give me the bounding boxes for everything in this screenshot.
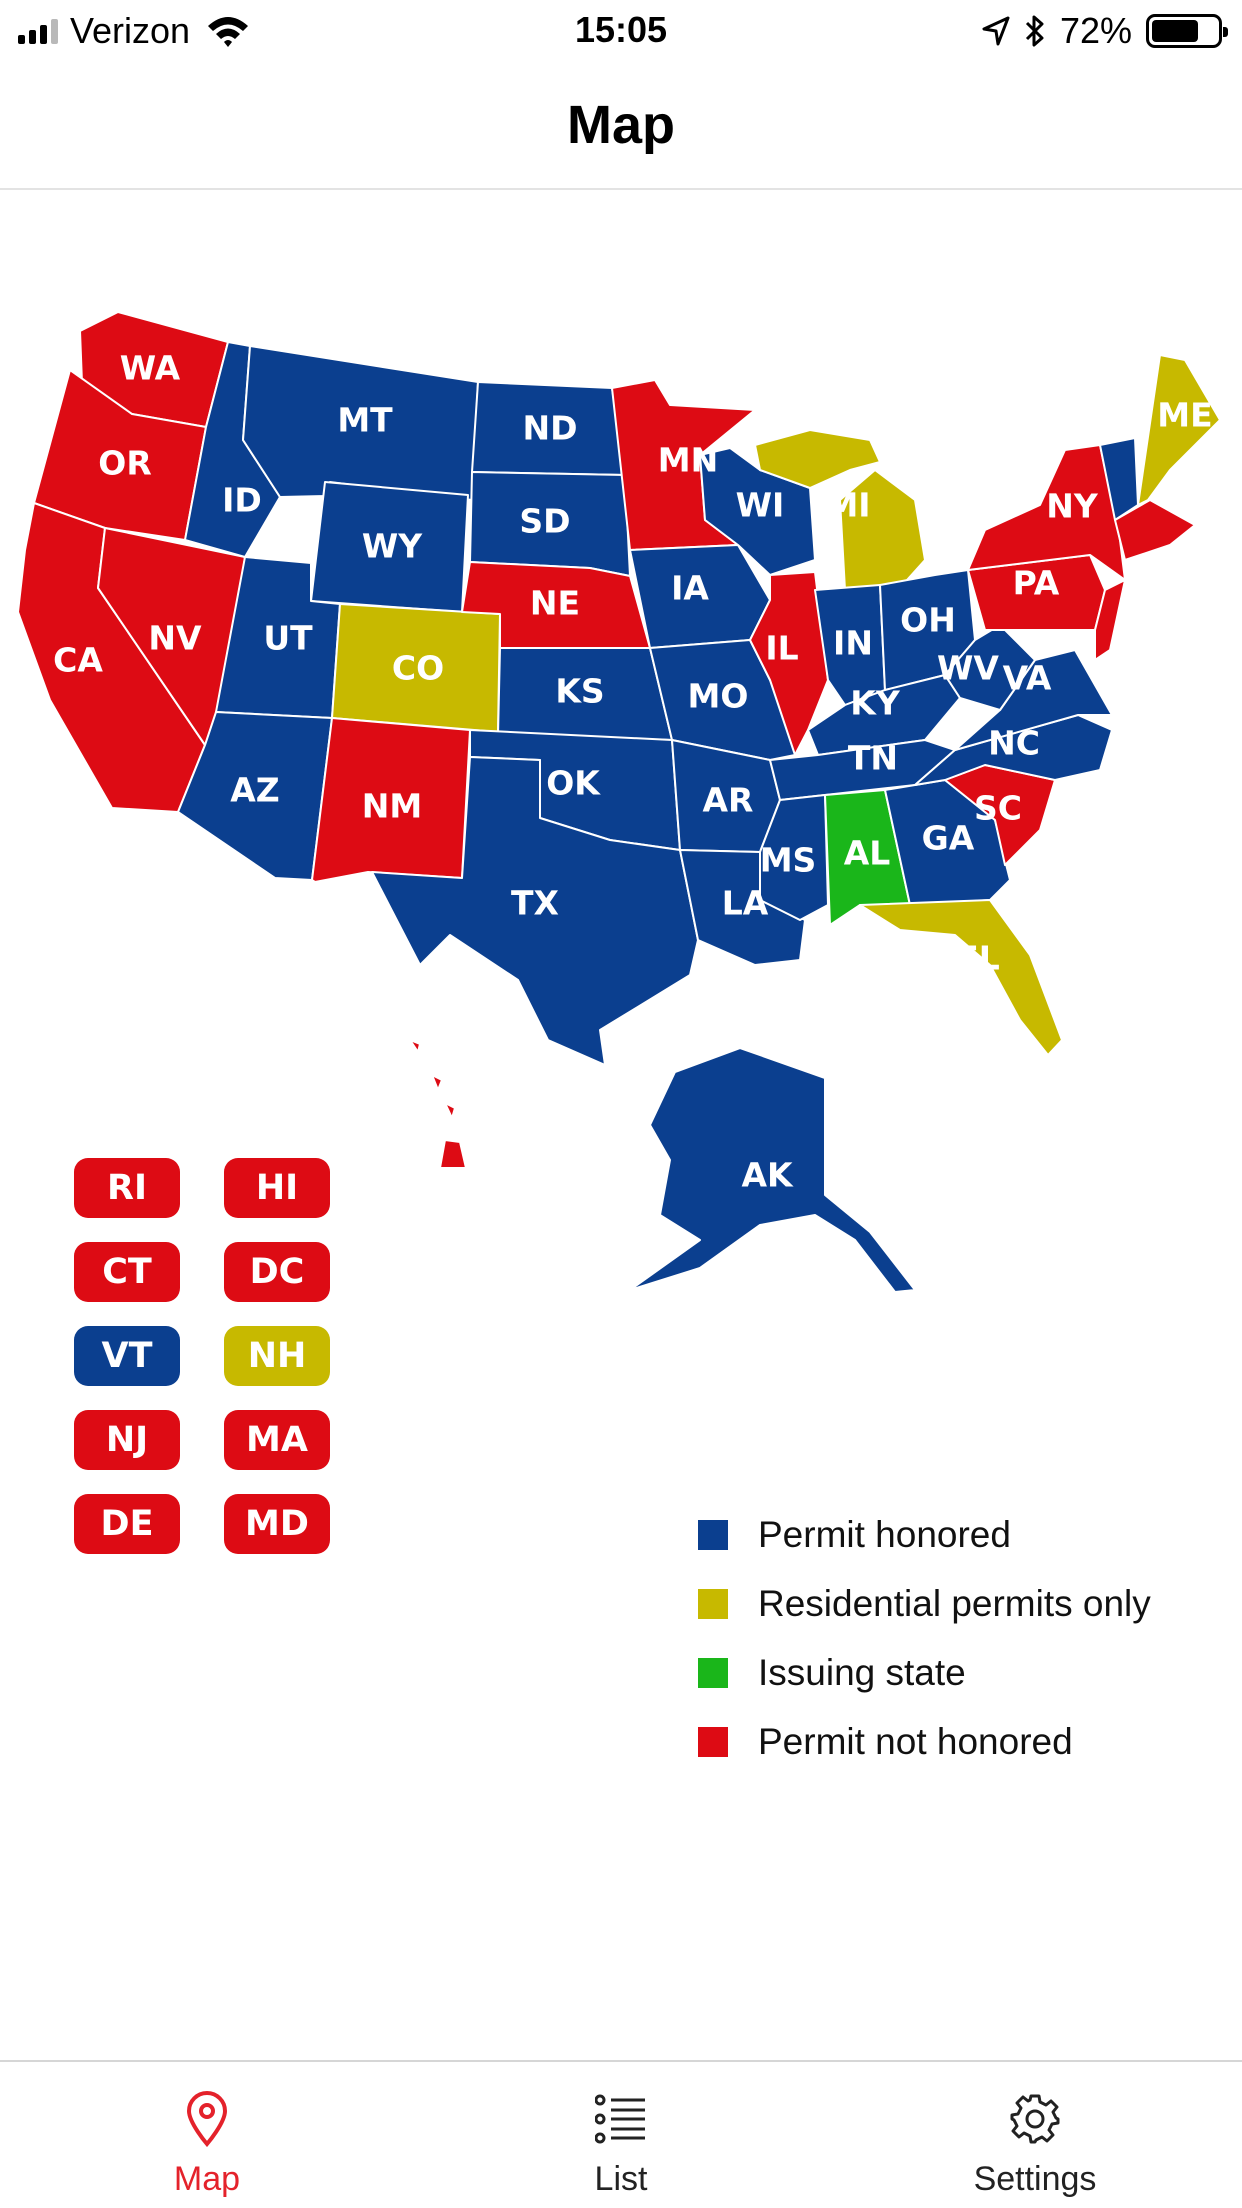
legend-item-residential: Residential permits only [698,1569,1151,1638]
state-HI[interactable] [409,1039,467,1169]
small-state-badges: RI HI CT DC VT NH NJ MA DE MD [74,1158,330,1554]
state-label-tx: TX [511,884,559,923]
state-label-or: OR [98,444,151,483]
state-badge-hi[interactable]: HI [224,1158,330,1218]
navigation-bar: Map [0,60,1242,190]
battery-icon [1146,14,1228,48]
state-label-oh: OH [900,601,956,640]
state-badge-vt[interactable]: VT [74,1326,180,1386]
tab-list-label: List [594,2160,648,2198]
legend-item-not-honored: Permit not honored [698,1707,1151,1776]
gear-icon [1009,2090,1061,2148]
state-label-nm: NM [362,787,422,826]
list-icon [595,2090,647,2148]
state-badge-ri[interactable]: RI [74,1158,180,1218]
legend-swatch [698,1657,728,1688]
tab-list[interactable]: List [414,2062,828,2208]
map-pin-icon [185,2090,229,2148]
legend-item-honored: Permit honored [698,1500,1151,1569]
legend-label: Issuing state [758,1651,966,1693]
state-FL[interactable] [859,899,1063,1056]
state-badge-md[interactable]: MD [224,1494,330,1554]
state-label-ne: NE [530,584,580,623]
location-arrow-icon [982,16,1010,46]
state-badge-ct[interactable]: CT [74,1242,180,1302]
map-legend: Permit honored Residential permits only Is… [698,1500,1151,1776]
tab-map-label: Map [173,2160,241,2198]
signal-icon [18,18,58,44]
state-label-mn: MN [658,441,718,480]
state-label-co: CO [392,649,444,688]
status-left: Verizon [18,10,250,52]
state-label-ut: UT [263,619,313,658]
tab-settings-label: Settings [973,2160,1097,2198]
state-label-tn: TN [848,739,898,778]
state-label-ky: KY [850,684,901,723]
state-badge-de[interactable]: DE [74,1494,180,1554]
state-label-ks: KS [555,672,604,711]
bluetooth-icon [1025,15,1044,47]
page-title: Map [567,95,675,155]
battery-percent: 72% [1059,10,1132,51]
tab-settings[interactable]: Settings [828,2062,1242,2208]
state-label-mo: MO [688,677,749,716]
tab-map[interactable]: Map [0,2062,414,2208]
legend-swatch [698,1519,728,1550]
legend-label: Permit honored [758,1513,1011,1555]
battery-fill [1152,20,1199,42]
state-badge-nj[interactable]: NJ [74,1410,180,1470]
status-bar: Verizon 15:05 72% [0,0,1242,60]
tab-bar: Map List Settings [0,2060,1242,2208]
state-label-ar: AR [703,781,754,820]
state-label-in: IN [833,624,873,663]
state-label-pa: PA [1013,564,1060,603]
state-label-mt: MT [337,401,393,440]
state-badge-ma[interactable]: MA [224,1410,330,1470]
state-label-sd: SD [519,502,570,541]
state-label-me: ME [1157,396,1212,435]
legend-swatch [698,1726,728,1757]
legend-swatch [698,1588,728,1619]
state-label-ms: MS [760,841,817,880]
wifi-icon [208,17,249,47]
state-label-va: VA [1003,659,1052,698]
state-label-la: LA [722,884,769,923]
state-label-nv: NV [148,619,202,658]
state-label-id: ID [222,481,262,520]
legend-item-issuing: Issuing state [698,1638,1151,1707]
state-label-wa: WA [120,349,181,388]
state-label-az: AZ [230,771,279,810]
state-label-ga: GA [922,819,975,858]
state-label-ak: AK [741,1156,794,1195]
state-label-il: IL [765,629,798,668]
state-label-ny: NY [1046,487,1099,526]
carrier-label: Verizon [70,10,191,51]
state-label-wi: WI [736,486,785,525]
state-label-ia: IA [671,569,709,608]
state-badge-dc[interactable]: DC [224,1242,330,1302]
state-label-al: AL [844,834,891,873]
status-right: 72% [982,10,1228,52]
state-badge-nh[interactable]: NH [224,1326,330,1386]
state-label-ca: CA [53,641,103,680]
map-area[interactable]: WA OR CA NV ID MT WY UT AZ CO NM ND SD NE KS OK TX MN IA MO… [0,192,1242,2062]
state-label-ok: OK [546,764,601,803]
state-label-nc: NC [988,724,1040,763]
state-label-wy: WY [362,527,423,566]
state-label-nd: ND [522,409,577,448]
state-label-fl: FL [956,939,1000,978]
state-label-sc: SC [974,789,1022,828]
legend-label: Residential permits only [758,1582,1151,1624]
state-label-mi: MI [825,486,870,525]
legend-label: Permit not honored [758,1720,1073,1762]
state-label-wv: WV [937,649,999,688]
